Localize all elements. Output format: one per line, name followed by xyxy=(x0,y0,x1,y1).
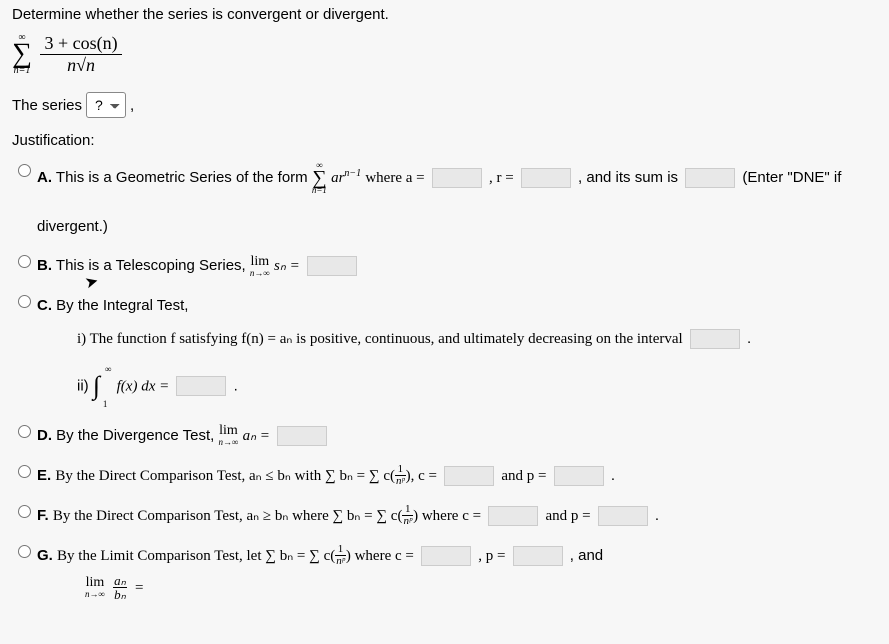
option-a-row: A. This is a Geometric Series of the for… xyxy=(18,161,877,240)
integral-symbol: ∫1∞ xyxy=(93,363,100,410)
option-g-line2: lim n→∞ aₙ bₙ = xyxy=(85,574,877,602)
justification-label: Justification: xyxy=(12,132,877,149)
option-g-body: G. By the Limit Comparison Test, let ∑ b… xyxy=(37,542,877,602)
option-f-row: F. By the Direct Comparison Test, aₙ ≥ b… xyxy=(18,502,877,530)
series-answer-row: The series ? , xyxy=(12,92,877,118)
option-e-body: E. By the Direct Comparison Test, aₙ ≤ b… xyxy=(37,462,877,490)
the-series-label: The series xyxy=(12,97,82,114)
option-c-i: i) The function f satisfying f(n) = aₙ i… xyxy=(77,325,877,353)
option-d-letter: D. xyxy=(37,427,52,444)
input-b-sn[interactable] xyxy=(307,256,357,276)
input-d-an[interactable] xyxy=(277,426,327,446)
option-d-body: D. By the Divergence Test, lim n→∞ aₙ = xyxy=(37,422,877,450)
option-a-radio[interactable] xyxy=(18,164,31,177)
option-e-radio[interactable] xyxy=(18,465,31,478)
lim-g: lim n→∞ xyxy=(85,576,105,599)
option-a-line2: divergent.) xyxy=(37,213,877,240)
frac-g2: aₙ bₙ xyxy=(113,574,127,601)
input-c-interval[interactable] xyxy=(690,329,740,349)
frac-e: 1nᵖ xyxy=(395,464,406,487)
sigma-symbol: ∞ ∑ n=1 xyxy=(12,33,32,75)
option-g-letter: G. xyxy=(37,547,53,564)
input-c-integral[interactable] xyxy=(176,376,226,396)
question-prompt: Determine whether the series is converge… xyxy=(12,6,877,23)
option-b-letter: B. xyxy=(37,257,52,274)
input-f-c[interactable] xyxy=(488,506,538,526)
input-g-p[interactable] xyxy=(513,546,563,566)
option-f-letter: F. xyxy=(37,507,49,524)
input-sum-value[interactable] xyxy=(685,168,735,188)
convergence-dropdown[interactable]: ? xyxy=(86,92,126,118)
option-c-row: C. By the Integral Test, i) The function… xyxy=(18,292,877,410)
option-e-letter: E. xyxy=(37,467,51,484)
option-c-radio[interactable] xyxy=(18,295,31,308)
option-c-body: C. By the Integral Test, i) The function… xyxy=(37,292,877,410)
series-expression: ∞ ∑ n=1 3 + cos(n) n√n xyxy=(12,33,877,76)
option-b-body: B. This is a Telescoping Series, lim n→∞… xyxy=(37,252,877,280)
option-g-row: G. By the Limit Comparison Test, let ∑ b… xyxy=(18,542,877,602)
option-b-radio[interactable] xyxy=(18,255,31,268)
option-f-radio[interactable] xyxy=(18,505,31,518)
frac-f: 1nᵖ xyxy=(402,504,413,527)
option-d-row: D. By the Divergence Test, lim n→∞ aₙ = xyxy=(18,422,877,450)
input-r-value[interactable] xyxy=(521,168,571,188)
frac-g: 1nᵖ xyxy=(335,544,346,567)
option-a-letter: A. xyxy=(37,169,52,186)
option-c-letter: C. xyxy=(37,297,52,314)
option-g-radio[interactable] xyxy=(18,545,31,558)
option-d-radio[interactable] xyxy=(18,425,31,438)
option-a-body: A. This is a Geometric Series of the for… xyxy=(37,161,877,240)
input-g-c[interactable] xyxy=(421,546,471,566)
input-e-c[interactable] xyxy=(444,466,494,486)
option-e-row: E. By the Direct Comparison Test, aₙ ≤ b… xyxy=(18,462,877,490)
input-e-p[interactable] xyxy=(554,466,604,486)
input-a-value[interactable] xyxy=(432,168,482,188)
input-f-p[interactable] xyxy=(598,506,648,526)
series-fraction: 3 + cos(n) n√n xyxy=(40,33,121,76)
option-c-ii: ii) ∫1∞ f(x) dx = . xyxy=(77,363,877,410)
lim-b: lim n→∞ xyxy=(250,255,270,278)
question-container: Determine whether the series is converge… xyxy=(0,0,889,626)
option-f-body: F. By the Direct Comparison Test, aₙ ≥ b… xyxy=(37,502,877,530)
option-b-row: B. This is a Telescoping Series, lim n→∞… xyxy=(18,252,877,280)
lim-d: lim n→∞ xyxy=(218,424,238,447)
geo-sum-symbol: ∞ ∑ n=1 xyxy=(312,161,327,195)
